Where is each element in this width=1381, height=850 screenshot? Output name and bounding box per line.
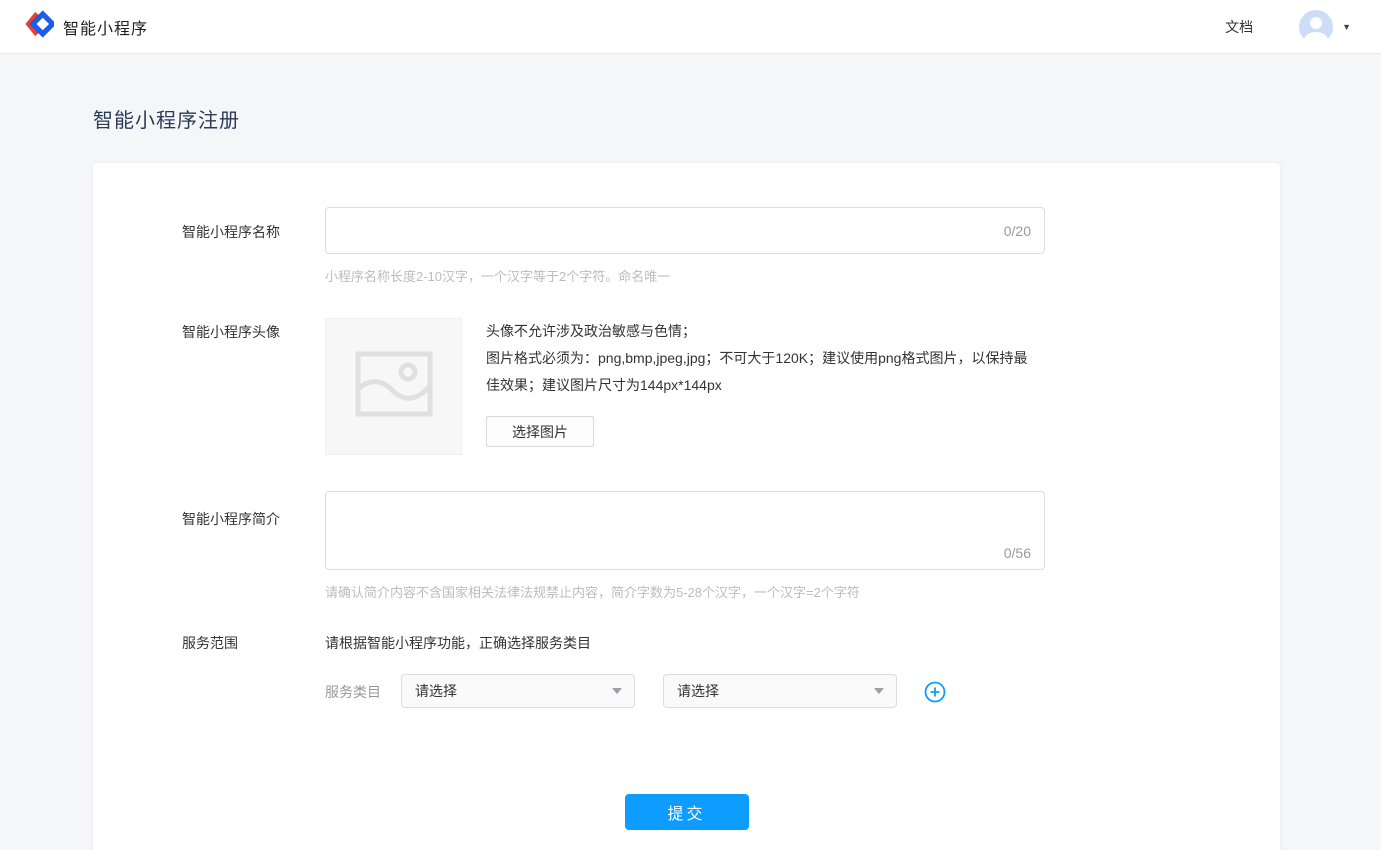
submit-row: 提交 xyxy=(93,794,1280,830)
avatar-row: 智能小程序头像 头像不允许涉及政治敏感与色情； 图片格式必须为：png,bmp,… xyxy=(93,318,1280,455)
scope-instruction: 请根据智能小程序功能，正确选择服务类目 xyxy=(325,633,946,653)
avatar-upload-preview[interactable] xyxy=(325,318,462,455)
top-header: 智能小程序 文档 ▼ xyxy=(0,0,1381,54)
image-placeholder-icon xyxy=(355,351,433,422)
name-row: 智能小程序名称 0/20 小程序名称长度2-10汉字，一个汉字等于2个字符。命名… xyxy=(93,207,1280,285)
intro-row: 智能小程序简介 0/56 请确认简介内容不含国家相关法律法规禁止内容，简介字数为… xyxy=(93,491,1280,601)
category-select-level1-value: 请选择 xyxy=(415,681,457,701)
intro-hint: 请确认简介内容不含国家相关法律法规禁止内容，简介字数为5-28个汉字，一个汉字=… xyxy=(325,582,1045,601)
scope-label: 服务范围 xyxy=(182,633,325,708)
intro-char-counter: 0/56 xyxy=(1004,545,1031,561)
scope-row: 服务范围 请根据智能小程序功能，正确选择服务类目 服务类目 请选择 请选择 xyxy=(93,633,1280,708)
page-title: 智能小程序注册 xyxy=(93,104,1381,133)
category-select-level2-value: 请选择 xyxy=(677,681,719,701)
category-select-level1[interactable]: 请选择 xyxy=(401,674,635,708)
choose-image-button[interactable]: 选择图片 xyxy=(486,416,594,447)
docs-link[interactable]: 文档 xyxy=(1225,17,1253,37)
category-label: 服务类目 xyxy=(325,674,381,702)
avatar-rule-1: 头像不允许涉及政治敏感与色情； xyxy=(486,318,1038,345)
name-hint: 小程序名称长度2-10汉字，一个汉字等于2个字符。命名唯一 xyxy=(325,266,1045,285)
user-avatar[interactable] xyxy=(1299,10,1333,44)
smart-program-logo-icon xyxy=(24,9,54,44)
brand: 智能小程序 xyxy=(24,9,148,44)
name-label: 智能小程序名称 xyxy=(182,207,325,285)
category-select-level2[interactable]: 请选择 xyxy=(663,674,897,708)
add-category-button[interactable] xyxy=(924,681,946,708)
registration-form-card: 智能小程序名称 0/20 小程序名称长度2-10汉字，一个汉字等于2个字符。命名… xyxy=(93,163,1280,850)
name-char-counter: 0/20 xyxy=(1004,223,1031,239)
account-caret-down-icon[interactable]: ▼ xyxy=(1342,22,1351,32)
avatar-rule-2: 图片格式必须为：png,bmp,jpeg,jpg；不可大于120K；建议使用pn… xyxy=(486,345,1038,399)
plus-circle-icon xyxy=(924,681,946,703)
avatar-person-icon xyxy=(1310,17,1322,29)
select-caret-down-icon xyxy=(874,688,884,694)
intro-label: 智能小程序简介 xyxy=(182,491,325,601)
select-caret-down-icon xyxy=(612,688,622,694)
avatar-label: 智能小程序头像 xyxy=(182,318,325,455)
intro-textarea[interactable] xyxy=(325,491,1045,570)
account-menu[interactable]: ▼ xyxy=(1299,10,1351,44)
name-input[interactable] xyxy=(325,207,1045,254)
submit-button[interactable]: 提交 xyxy=(625,794,749,830)
brand-name: 智能小程序 xyxy=(63,15,148,39)
